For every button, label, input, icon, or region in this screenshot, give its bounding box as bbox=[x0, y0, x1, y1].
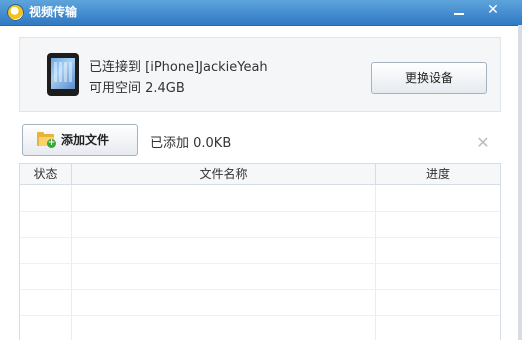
table-row[interactable] bbox=[20, 237, 500, 264]
table-row[interactable] bbox=[20, 315, 500, 340]
file-table: 状态 文件名称 进度 bbox=[19, 163, 501, 340]
add-file-button[interactable]: + 添加文件 bbox=[22, 124, 138, 156]
add-file-label: 添加文件 bbox=[61, 133, 110, 147]
folder-add-icon: + bbox=[37, 132, 56, 148]
app-logo-icon bbox=[7, 4, 24, 21]
change-device-button[interactable]: 更换设备 bbox=[371, 62, 487, 94]
added-size-text: 已添加 0.0KB bbox=[150, 136, 232, 151]
table-row[interactable] bbox=[20, 211, 500, 238]
video-transfer-window: 视频传输 ✕ 已连接到 [iPhone]JackieYeah 可用空间 2.4G… bbox=[0, 0, 522, 340]
window-right-edge bbox=[518, 25, 522, 340]
minimize-button[interactable] bbox=[444, 1, 474, 20]
title-bar[interactable]: 视频传输 ✕ bbox=[0, 0, 522, 26]
close-button[interactable]: ✕ bbox=[478, 1, 508, 20]
column-header-file-name[interactable]: 文件名称 bbox=[72, 164, 376, 184]
minimize-icon bbox=[454, 13, 464, 15]
ipad-screen bbox=[51, 58, 75, 89]
window-title: 视频传输 bbox=[29, 5, 78, 19]
table-header: 状态 文件名称 进度 bbox=[20, 164, 500, 185]
clear-list-icon[interactable]: ✕ bbox=[475, 135, 491, 151]
table-body[interactable] bbox=[20, 185, 500, 340]
table-row[interactable] bbox=[20, 263, 500, 290]
connected-device-text: 已连接到 [iPhone]JackieYeah bbox=[89, 60, 268, 75]
table-row[interactable] bbox=[20, 289, 500, 316]
available-space-text: 可用空间 2.4GB bbox=[89, 81, 185, 96]
table-row[interactable] bbox=[20, 185, 500, 212]
column-header-progress[interactable]: 进度 bbox=[376, 164, 500, 184]
column-header-status[interactable]: 状态 bbox=[20, 164, 72, 184]
ipad-device-icon bbox=[47, 53, 79, 96]
device-info-panel: 已连接到 [iPhone]JackieYeah 可用空间 2.4GB 更换设备 bbox=[19, 37, 501, 112]
